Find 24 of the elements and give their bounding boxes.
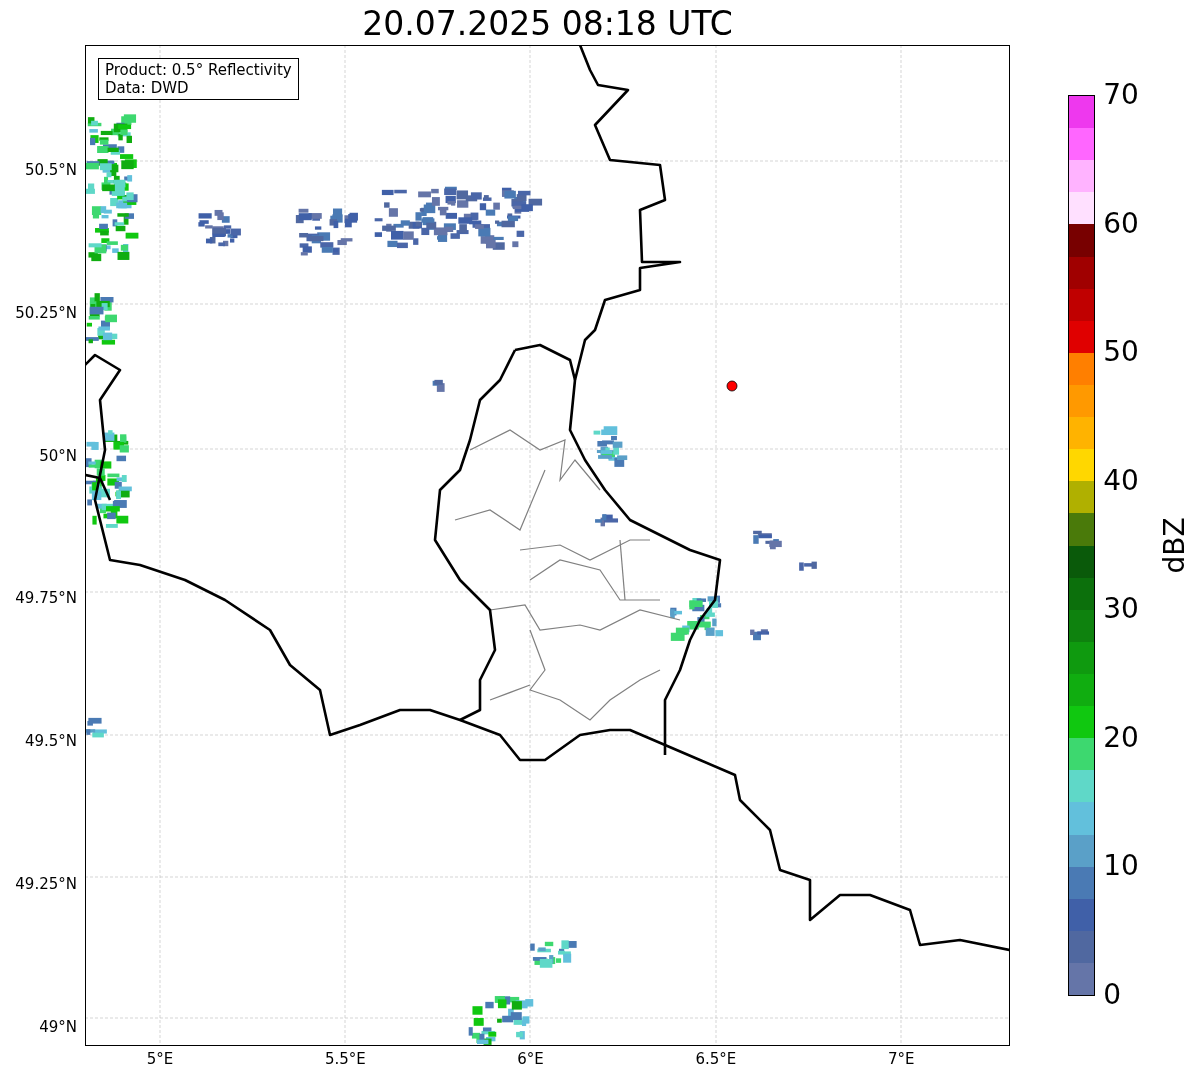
scale-tick-label: 0 xyxy=(1103,979,1122,1011)
latitude-tick-label: 49.5°N xyxy=(24,732,77,751)
latitude-tick-label: 50.5°N xyxy=(24,161,77,179)
scale-tick-label: 20 xyxy=(1103,721,1139,754)
longitude-tick-label: 7°E xyxy=(886,1050,916,1068)
scale-tick-label: 60 xyxy=(1103,207,1139,240)
longitude-tick-label: 6.5°E xyxy=(694,1050,738,1068)
latitude-tick-label: 50°N xyxy=(39,446,77,465)
latitude-tick-label: 49.25°N xyxy=(15,875,77,893)
scale-tick-label: 40 xyxy=(1103,464,1139,497)
scale-tick-label: 30 xyxy=(1103,593,1139,626)
scale-tick-label: 70 xyxy=(1103,79,1139,111)
longitude-tick-label: 5.5°E xyxy=(323,1050,367,1068)
latitude-tick-label: 49°N xyxy=(39,1017,77,1036)
chart-title: 20.07.2025 08:18 UTC xyxy=(362,3,733,45)
scale-tick-label: 10 xyxy=(1103,850,1139,883)
info-text: Data: DWD xyxy=(105,79,190,97)
info-text: Product: 0.5° Reflectivity xyxy=(105,61,292,79)
latitude-tick-label: 49.75°N xyxy=(15,589,77,608)
scale-tick-label: 50 xyxy=(1103,336,1139,369)
longitude-tick-label: 6°E xyxy=(516,1050,545,1068)
scale-label: dBZ xyxy=(1157,517,1191,574)
latitude-tick-label: 50.25°N xyxy=(15,303,77,322)
longitude-tick-label: 5°E xyxy=(145,1050,175,1068)
